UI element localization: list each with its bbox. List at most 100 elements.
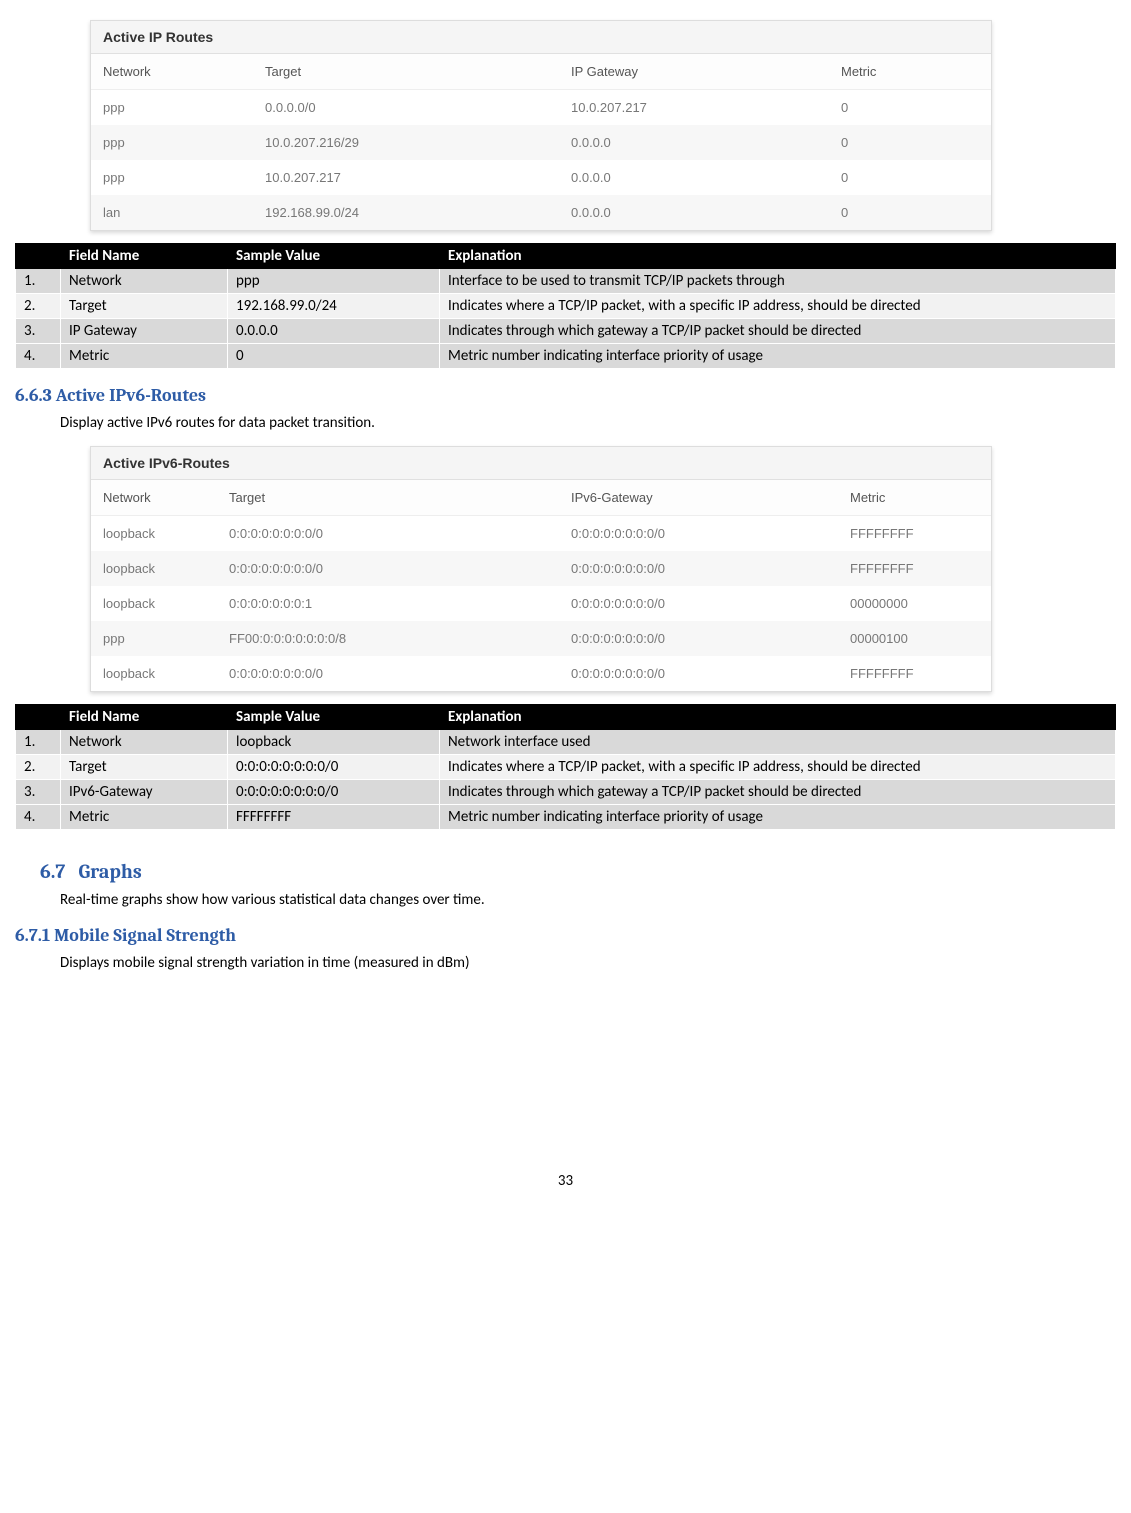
table-row: ppp10.0.207.216/290.0.0.00 <box>91 125 991 160</box>
heading-67: 6.7 Graphs <box>40 860 1116 883</box>
cell: IP Gateway <box>61 319 228 344</box>
heading-title: Mobile Signal Strength <box>54 925 236 946</box>
heading-671: 6.7.1 Mobile Signal Strength <box>15 925 1116 946</box>
table-row: lan192.168.99.0/240.0.0.00 <box>91 195 991 230</box>
col-header: IPv6-Gateway <box>559 480 838 516</box>
cell: Network interface used <box>440 730 1116 755</box>
col-header: Explanation <box>440 705 1116 730</box>
cell: Indicates through which gateway a TCP/IP… <box>440 319 1116 344</box>
cell: 0:0:0:0:0:0:0:0/0 <box>559 656 838 691</box>
cell: Metric <box>61 805 228 830</box>
col-header: Sample Value <box>228 244 440 269</box>
section-text: Displays mobile signal strength variatio… <box>60 954 1116 972</box>
cell: ppp <box>91 125 253 160</box>
cell: 3. <box>16 319 61 344</box>
cell: 0.0.0.0/0 <box>253 90 559 126</box>
table-row: 3.IPv6-Gateway0:0:0:0:0:0:0:0/0Indicates… <box>16 780 1116 805</box>
cell: loopback <box>91 586 217 621</box>
col-header: Sample Value <box>228 705 440 730</box>
cell: 0:0:0:0:0:0:0:0/0 <box>559 621 838 656</box>
table-row: ppp10.0.207.2170.0.0.00 <box>91 160 991 195</box>
cell: Interface to be used to transmit TCP/IP … <box>440 269 1116 294</box>
table-row: pppFF00:0:0:0:0:0:0:0/80:0:0:0:0:0:0:0/0… <box>91 621 991 656</box>
cell: Metric <box>61 344 228 369</box>
heading-number: 6.7 <box>40 860 65 883</box>
cell: Network <box>61 730 228 755</box>
table-row: 1.NetworkpppInterface to be used to tran… <box>16 269 1116 294</box>
table-row: loopback0:0:0:0:0:0:0:0/00:0:0:0:0:0:0:0… <box>91 551 991 586</box>
page-number: 33 <box>15 1172 1116 1190</box>
cell: 10.0.207.217 <box>253 160 559 195</box>
table-row: loopback0:0:0:0:0:0:0:0/00:0:0:0:0:0:0:0… <box>91 656 991 691</box>
cell: Target <box>61 755 228 780</box>
panel-title: Active IP Routes <box>91 21 991 54</box>
cell: ppp <box>91 90 253 126</box>
cell: ppp <box>91 621 217 656</box>
section-text: Display active IPv6 routes for data pack… <box>60 414 1116 432</box>
cell: FFFFFFFF <box>228 805 440 830</box>
cell: 1. <box>16 269 61 294</box>
cell: lan <box>91 195 253 230</box>
cell: Indicates where a TCP/IP packet, with a … <box>440 755 1116 780</box>
cell: 2. <box>16 294 61 319</box>
cell: 0:0:0:0:0:0:0:0/0 <box>217 551 559 586</box>
cell: FFFFFFFF <box>838 656 991 691</box>
cell: 4. <box>16 344 61 369</box>
table-row: ppp0.0.0.0/010.0.207.2170 <box>91 90 991 126</box>
cell: Metric number indicating interface prior… <box>440 805 1116 830</box>
col-header: Metric <box>829 54 991 90</box>
cell: 0.0.0.0 <box>559 160 829 195</box>
col-header: Metric <box>838 480 991 516</box>
cell: 10.0.207.217 <box>559 90 829 126</box>
cell: 192.168.99.0/24 <box>228 294 440 319</box>
cell: 0 <box>228 344 440 369</box>
col-header: Network <box>91 480 217 516</box>
cell: 0:0:0:0:0:0:0:1 <box>217 586 559 621</box>
cell: 0 <box>829 195 991 230</box>
cell: 0:0:0:0:0:0:0:0/0 <box>217 516 559 552</box>
heading-663: 6.6.3 Active IPv6-Routes <box>15 385 1116 406</box>
cell: IPv6-Gateway <box>61 780 228 805</box>
table-row: 3.IP Gateway0.0.0.0Indicates through whi… <box>16 319 1116 344</box>
col-header <box>16 244 61 269</box>
table-row: loopback0:0:0:0:0:0:0:0/00:0:0:0:0:0:0:0… <box>91 516 991 552</box>
active-ipv6-routes-panel: Active IPv6-Routes Network Target IPv6-G… <box>90 446 992 692</box>
heading-number: 6.7.1 <box>15 925 50 946</box>
table-row: 2.Target0:0:0:0:0:0:0:0/0Indicates where… <box>16 755 1116 780</box>
cell: 0:0:0:0:0:0:0:0/0 <box>228 780 440 805</box>
table-row: loopback0:0:0:0:0:0:0:10:0:0:0:0:0:0:0/0… <box>91 586 991 621</box>
cell: FFFFFFFF <box>838 516 991 552</box>
ipv4-field-table: Field Name Sample Value Explanation 1.Ne… <box>15 243 1116 369</box>
panel-title: Active IPv6-Routes <box>91 447 991 480</box>
cell: 00000100 <box>838 621 991 656</box>
cell: ppp <box>228 269 440 294</box>
ipv6-routes-table: Network Target IPv6-Gateway Metric loopb… <box>91 480 991 691</box>
cell: Indicates through which gateway a TCP/IP… <box>440 780 1116 805</box>
table-row: 4.Metric0Metric number indicating interf… <box>16 344 1116 369</box>
cell: Target <box>61 294 228 319</box>
active-ip-routes-panel: Active IP Routes Network Target IP Gatew… <box>90 20 992 231</box>
cell: 1. <box>16 730 61 755</box>
col-header: IP Gateway <box>559 54 829 90</box>
cell: FFFFFFFF <box>838 551 991 586</box>
ipv6-field-table: Field Name Sample Value Explanation 1.Ne… <box>15 704 1116 830</box>
col-header: Target <box>217 480 559 516</box>
cell: 3. <box>16 780 61 805</box>
cell: 0:0:0:0:0:0:0:0/0 <box>559 551 838 586</box>
cell: 0 <box>829 90 991 126</box>
ipv4-routes-table: Network Target IP Gateway Metric ppp0.0.… <box>91 54 991 230</box>
heading-number: 6.6.3 <box>15 385 52 406</box>
cell: 192.168.99.0/24 <box>253 195 559 230</box>
cell: loopback <box>91 656 217 691</box>
col-header: Field Name <box>61 705 228 730</box>
table-row: 4.MetricFFFFFFFFMetric number indicating… <box>16 805 1116 830</box>
col-header: Explanation <box>440 244 1116 269</box>
cell: Indicates where a TCP/IP packet, with a … <box>440 294 1116 319</box>
cell: Metric number indicating interface prior… <box>440 344 1116 369</box>
cell: 0:0:0:0:0:0:0:0/0 <box>228 755 440 780</box>
cell: 0.0.0.0 <box>559 195 829 230</box>
section-text: Real-time graphs show how various statis… <box>60 891 1116 909</box>
heading-title: Graphs <box>78 860 141 883</box>
table-row: 1.NetworkloopbackNetwork interface used <box>16 730 1116 755</box>
cell: 10.0.207.216/29 <box>253 125 559 160</box>
